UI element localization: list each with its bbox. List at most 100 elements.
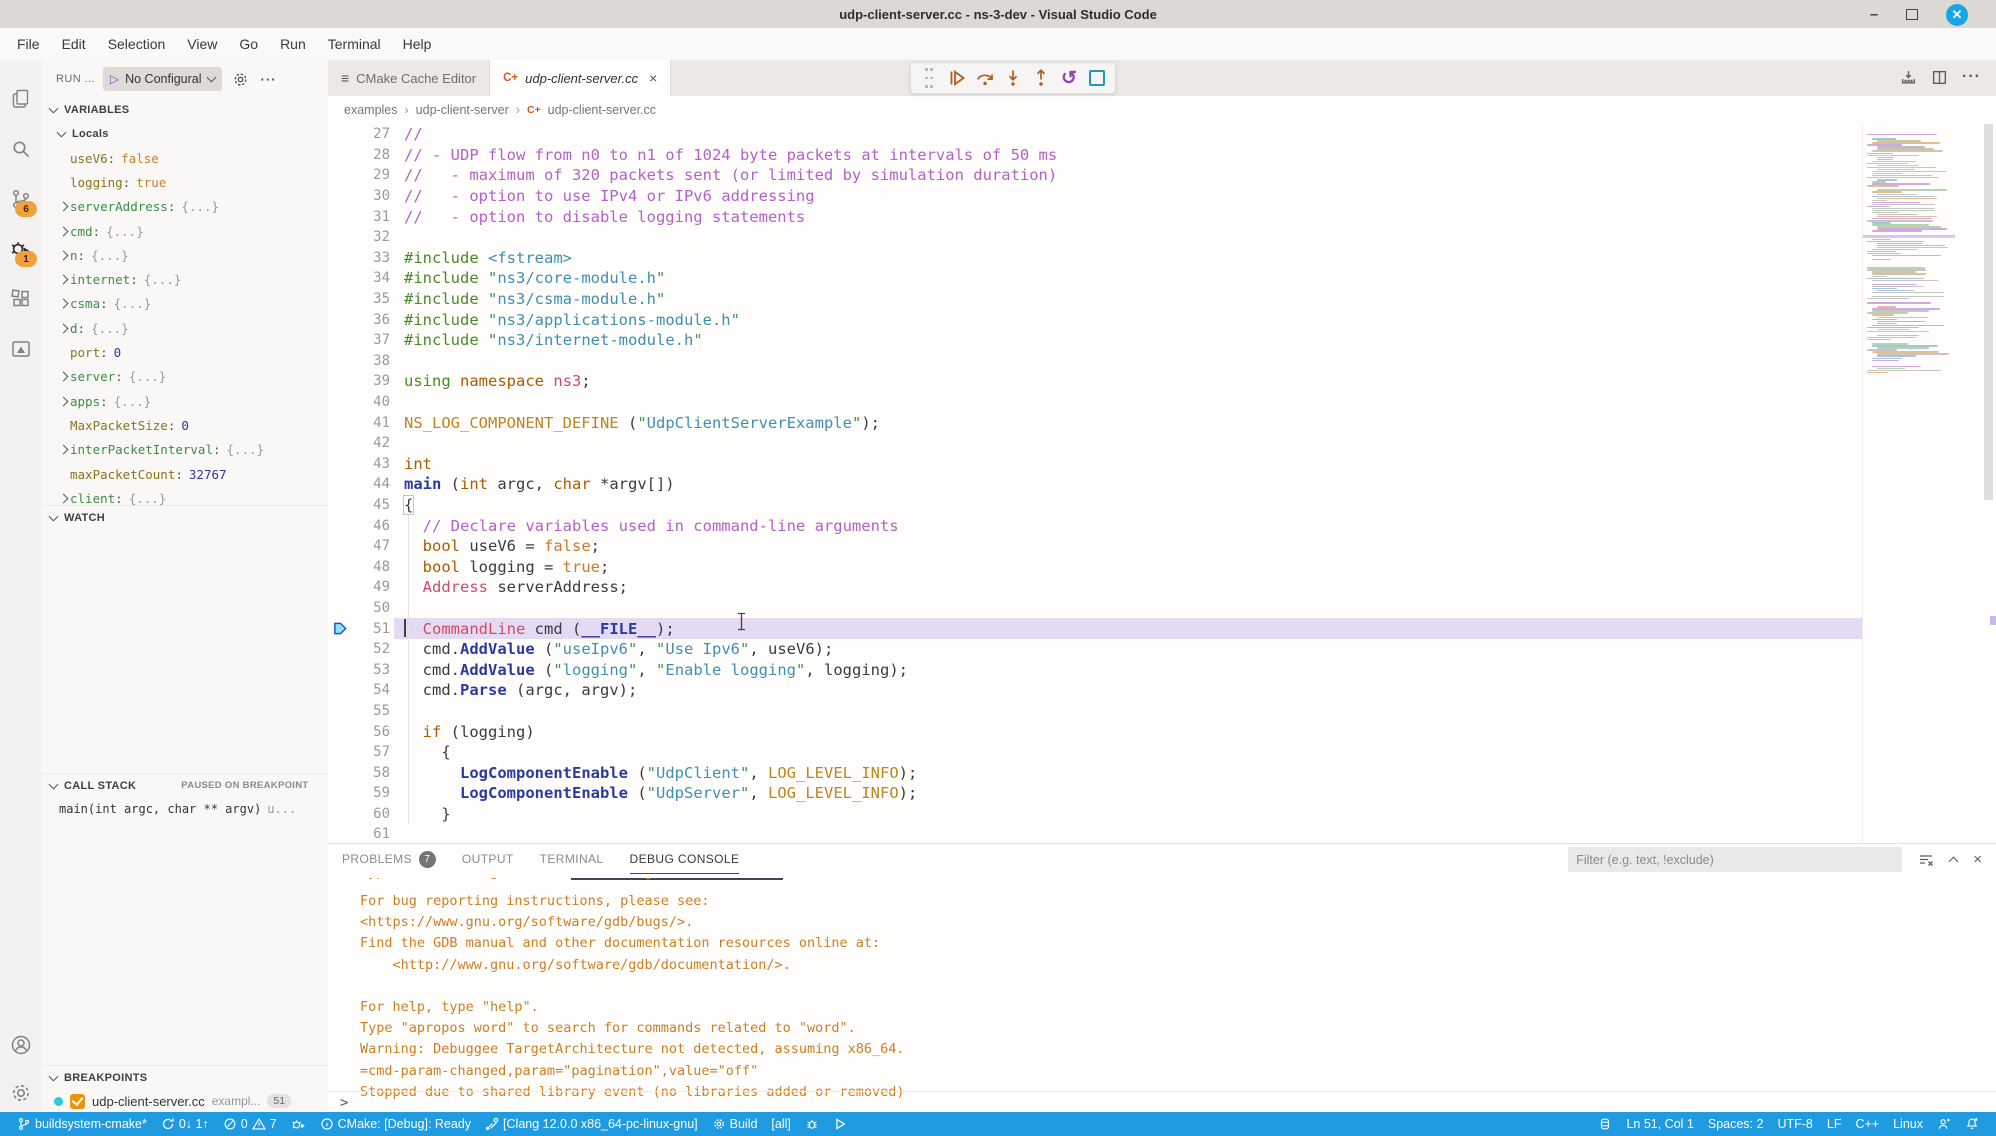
- code-line[interactable]: 35#include "ns3/csma-module.h": [328, 289, 1996, 310]
- code-line[interactable]: 29// - maximum of 320 packets sent (or l…: [328, 165, 1996, 186]
- breadcrumb-item[interactable]: udp-client-server: [416, 103, 509, 117]
- code-line[interactable]: 34#include "ns3/core-module.h": [328, 268, 1996, 289]
- code-line[interactable]: 50: [328, 598, 1996, 619]
- panel-tab-terminal[interactable]: TERMINAL: [540, 845, 604, 874]
- status-language[interactable]: C++: [1848, 1112, 1886, 1136]
- code-line[interactable]: 32: [328, 227, 1996, 248]
- breakpoint-margin[interactable]: [328, 124, 354, 145]
- breadcrumb-item[interactable]: udp-client-server.cc: [548, 103, 656, 117]
- debug-console-output[interactable]: Type "show configuration" for configurat…: [360, 878, 1960, 1100]
- breakpoint-margin[interactable]: [328, 206, 354, 227]
- breakpoint-margin[interactable]: [328, 783, 354, 804]
- status-remote[interactable]: [1591, 1112, 1619, 1136]
- code-line[interactable]: 27//: [328, 124, 1996, 145]
- code-editor[interactable]: 27//28// - UDP flow from n0 to n1 of 102…: [328, 124, 1996, 843]
- maximize-button[interactable]: [1902, 4, 1922, 24]
- code-line[interactable]: 57 {: [328, 742, 1996, 763]
- status-sync[interactable]: 0↓ 1↑: [154, 1112, 216, 1136]
- variable-row[interactable]: useV6:false: [42, 146, 328, 170]
- breakpoint-margin[interactable]: [328, 598, 354, 619]
- continue-button[interactable]: [945, 66, 969, 90]
- variable-row[interactable]: n:{...}: [42, 243, 328, 267]
- breakpoint-margin[interactable]: [328, 618, 354, 639]
- code-line[interactable]: 42: [328, 433, 1996, 454]
- breakpoint-margin[interactable]: [328, 721, 354, 742]
- variable-row[interactable]: maxPacketCount:32767: [42, 462, 328, 486]
- code-line[interactable]: 31// - option to disable logging stateme…: [328, 206, 1996, 227]
- status-debug-status[interactable]: [284, 1112, 313, 1136]
- code-line[interactable]: 61: [328, 824, 1996, 843]
- status-build-target[interactable]: [all]: [764, 1112, 797, 1136]
- status-debug-target[interactable]: [798, 1112, 826, 1136]
- code-line[interactable]: 30// - option to use IPv4 or IPv6 addres…: [328, 186, 1996, 207]
- variable-row[interactable]: cmd:{...}: [42, 219, 328, 243]
- close-panel-icon[interactable]: ×: [1973, 851, 1982, 868]
- status-encoding[interactable]: UTF-8: [1770, 1112, 1819, 1136]
- split-editor-icon[interactable]: [1931, 69, 1948, 86]
- code-line[interactable]: 41NS_LOG_COMPONENT_DEFINE ("UdpClientSer…: [328, 412, 1996, 433]
- search-icon[interactable]: [0, 124, 42, 174]
- code-line[interactable]: 54 cmd.Parse (argc, argv);: [328, 680, 1996, 701]
- source-control-icon[interactable]: 6: [0, 174, 42, 224]
- breakpoint-margin[interactable]: [328, 454, 354, 475]
- breakpoint-margin[interactable]: [328, 742, 354, 763]
- code-line[interactable]: 44main (int argc, char *argv[]): [328, 474, 1996, 495]
- breakpoint-margin[interactable]: [328, 515, 354, 536]
- run-debug-icon[interactable]: 1: [0, 224, 42, 274]
- panel-tab-debug-console[interactable]: DEBUG CONSOLE: [630, 844, 740, 874]
- breakpoint-margin[interactable]: [328, 412, 354, 433]
- status-os[interactable]: Linux: [1886, 1112, 1930, 1136]
- variable-row[interactable]: internet:{...}: [42, 267, 328, 291]
- account-icon[interactable]: [0, 1020, 42, 1070]
- settings-gear-icon[interactable]: [0, 1068, 42, 1118]
- menu-help[interactable]: Help: [392, 33, 443, 55]
- breakpoint-margin[interactable]: [328, 804, 354, 825]
- code-line[interactable]: 28// - UDP flow from n0 to n1 of 1024 by…: [328, 145, 1996, 166]
- code-line[interactable]: 58 LogComponentEnable ("UdpClient", LOG_…: [328, 762, 1996, 783]
- variable-row[interactable]: apps:{...}: [42, 389, 328, 413]
- breakpoint-checkbox[interactable]: [70, 1094, 85, 1109]
- breakpoint-margin[interactable]: [328, 556, 354, 577]
- maximize-panel-icon[interactable]: [1949, 857, 1959, 867]
- menu-edit[interactable]: Edit: [51, 33, 97, 55]
- step-over-button[interactable]: [973, 66, 997, 90]
- code-line[interactable]: 51 CommandLine cmd (__FILE__);: [328, 618, 1996, 639]
- status-problems[interactable]: 07: [216, 1112, 284, 1136]
- minimap[interactable]: [1862, 124, 1955, 843]
- breakpoint-margin[interactable]: [328, 289, 354, 310]
- breakpoint-margin[interactable]: [328, 309, 354, 330]
- tab-cmake-cache-editor[interactable]: ≡ CMake Cache Editor: [328, 60, 490, 96]
- breakpoint-margin[interactable]: [328, 248, 354, 269]
- drag-handle-icon[interactable]: [917, 66, 941, 90]
- breakpoint-list-item[interactable]: udp-client-server.cc exampl... 51: [42, 1089, 328, 1113]
- breakpoint-margin[interactable]: [328, 227, 354, 248]
- extensions-icon[interactable]: [0, 274, 42, 324]
- code-line[interactable]: 47 bool useV6 = false;: [328, 536, 1996, 557]
- menu-view[interactable]: View: [176, 33, 228, 55]
- variable-row[interactable]: serverAddress:{...}: [42, 195, 328, 219]
- code-line[interactable]: 59 LogComponentEnable ("UdpServer", LOG_…: [328, 783, 1996, 804]
- code-line[interactable]: 37#include "ns3/internet-module.h": [328, 330, 1996, 351]
- start-debug-icon[interactable]: ▷: [110, 72, 119, 86]
- more-actions-icon[interactable]: ···: [1962, 68, 1981, 86]
- status-branch[interactable]: buildsystem-cmake*: [10, 1112, 154, 1136]
- menu-go[interactable]: Go: [228, 33, 269, 55]
- variable-row[interactable]: port:0: [42, 340, 328, 364]
- tray-download-icon[interactable]: [1900, 69, 1917, 86]
- variable-row[interactable]: logging:true: [42, 170, 328, 194]
- breakpoint-margin[interactable]: [328, 145, 354, 166]
- variables-scope-locals[interactable]: Locals: [42, 122, 328, 146]
- breakpoint-margin[interactable]: [328, 701, 354, 722]
- status-indentation[interactable]: Spaces: 2: [1701, 1112, 1771, 1136]
- code-line[interactable]: 39using namespace ns3;: [328, 371, 1996, 392]
- menu-selection[interactable]: Selection: [97, 33, 177, 55]
- variable-row[interactable]: MaxPacketSize:0: [42, 413, 328, 437]
- more-actions-icon[interactable]: ···: [261, 72, 277, 87]
- breakpoint-margin[interactable]: [328, 330, 354, 351]
- minimize-button[interactable]: –: [1864, 4, 1884, 24]
- code-line[interactable]: 53 cmd.AddValue ("logging", "Enable logg…: [328, 659, 1996, 680]
- call-stack-section-header[interactable]: CALL STACK PAUSED ON BREAKPOINT: [42, 773, 328, 797]
- filter-clear-icon[interactable]: [1918, 852, 1934, 868]
- breakpoint-margin[interactable]: [328, 371, 354, 392]
- watch-section-header[interactable]: WATCH: [42, 505, 328, 529]
